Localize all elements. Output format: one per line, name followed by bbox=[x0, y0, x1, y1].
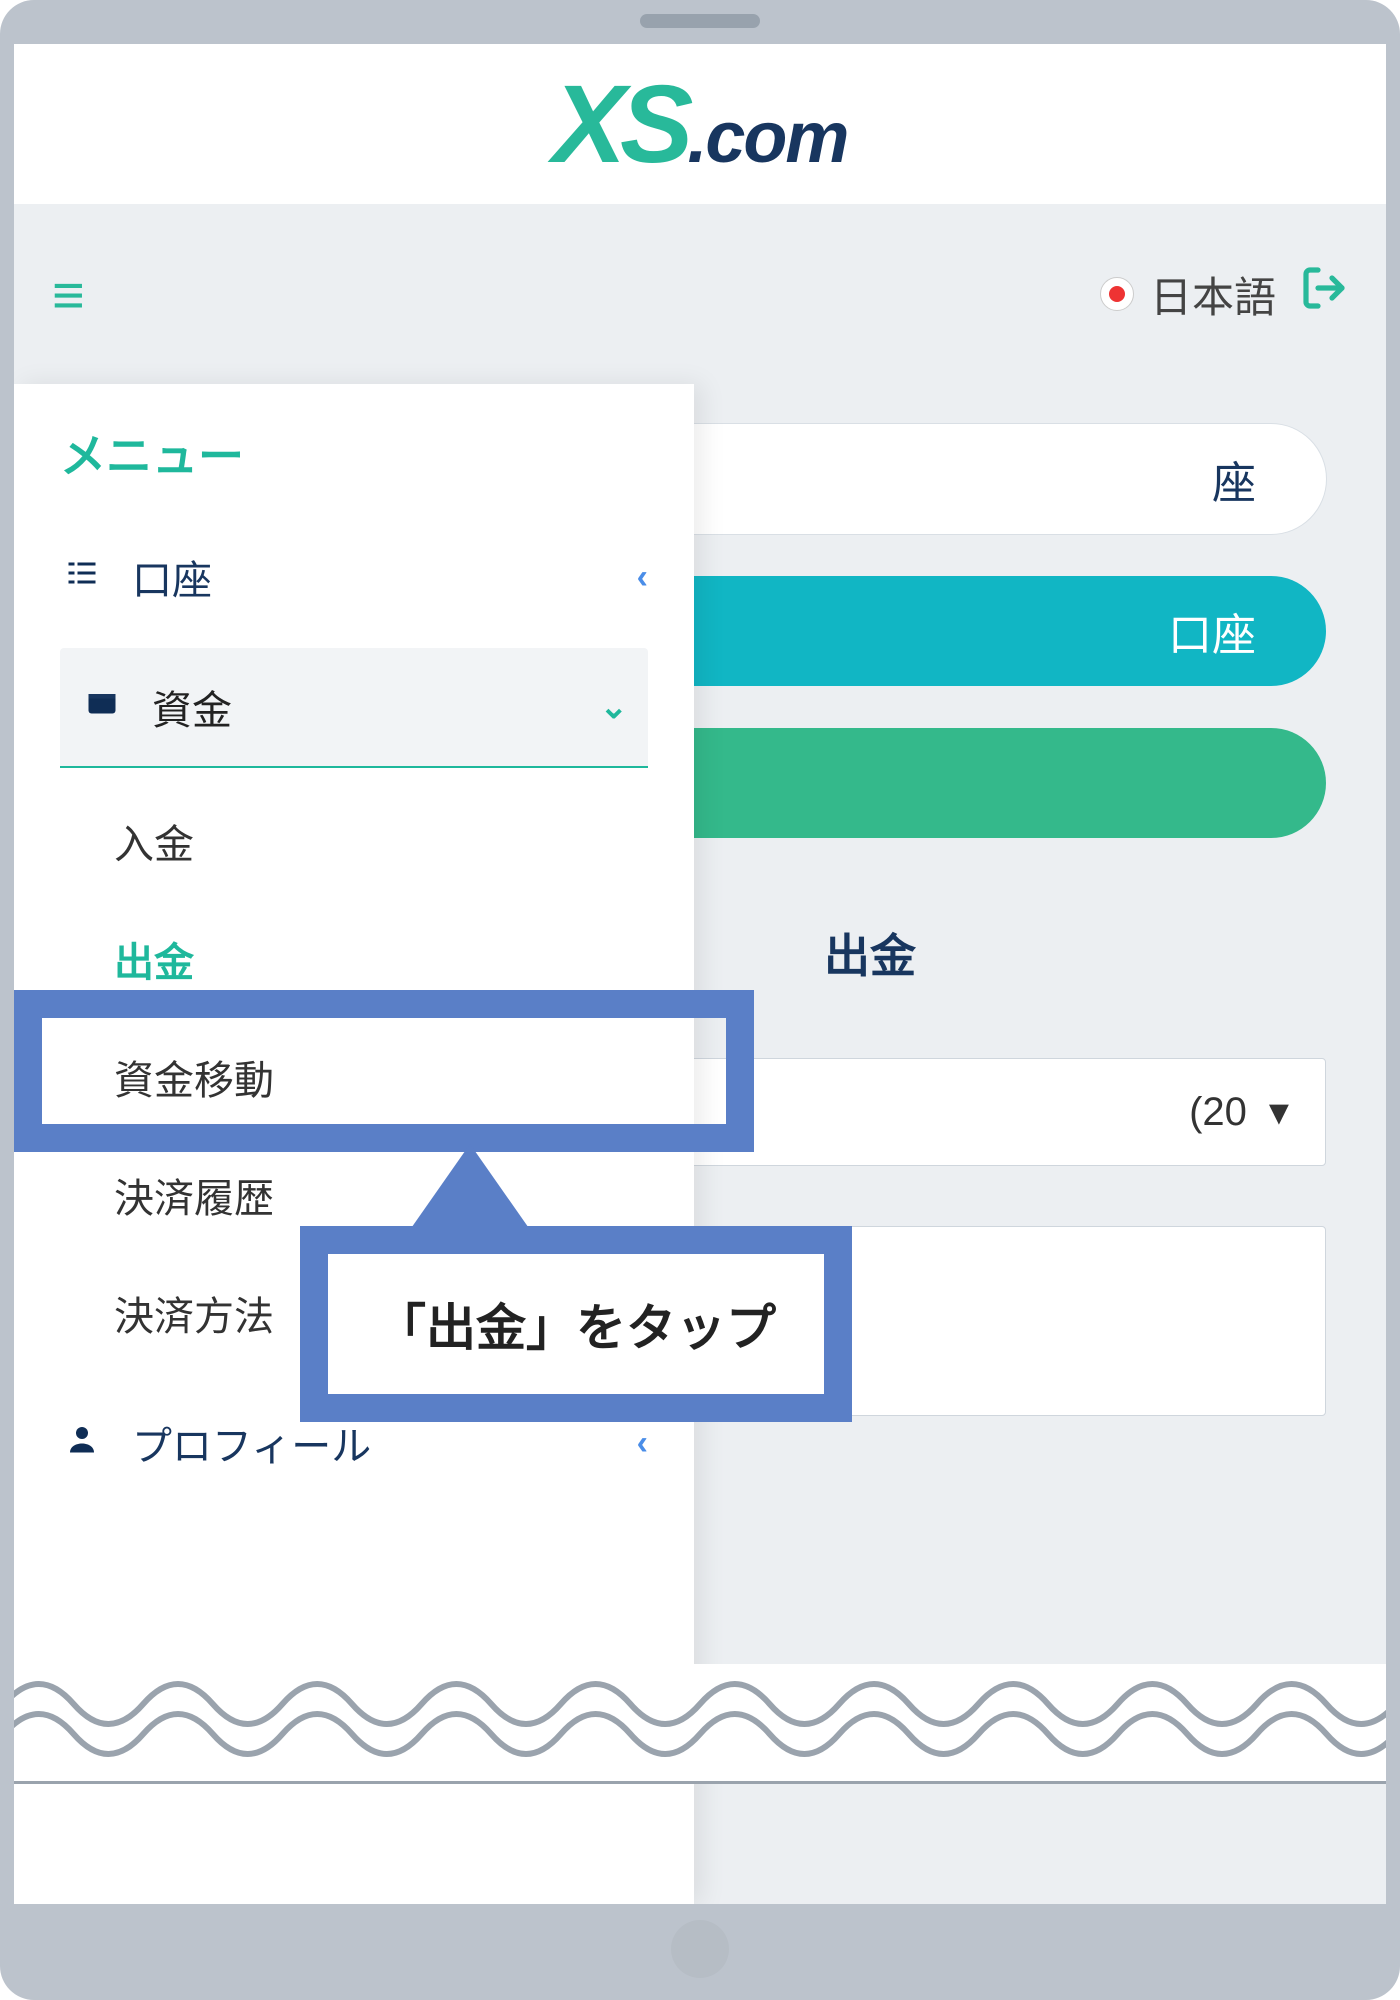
wallet-icon bbox=[80, 685, 124, 730]
user-icon bbox=[60, 1421, 104, 1466]
screen: XS .com ≡ 日本語 座 bbox=[14, 44, 1386, 1904]
torn-edge bbox=[4, 1664, 1396, 1784]
header-strip: ≡ 日本語 bbox=[14, 204, 1386, 384]
menu-label: プロフィール bbox=[132, 1414, 609, 1472]
submenu-deposit[interactable]: 入金 bbox=[14, 782, 694, 900]
pill-text: 座 bbox=[1212, 447, 1256, 511]
tablet-home-button[interactable] bbox=[671, 1920, 729, 1978]
chevron-down-icon: ▾ bbox=[1269, 1089, 1289, 1135]
language-selector[interactable]: 日本語 bbox=[1100, 264, 1276, 325]
list-icon bbox=[60, 555, 104, 600]
tablet-frame: XS .com ≡ 日本語 座 bbox=[0, 0, 1400, 2000]
callout-box: 「出金」をタップ bbox=[300, 1226, 852, 1422]
hamburger-icon[interactable]: ≡ bbox=[52, 262, 85, 327]
chevron-down-icon: ⌄ bbox=[600, 687, 629, 727]
submenu-withdraw[interactable]: 出金 bbox=[14, 900, 694, 1018]
logo-bar: XS .com bbox=[14, 44, 1386, 204]
menu-heading: メニュー bbox=[14, 412, 694, 514]
menu-label: 口座 bbox=[132, 548, 609, 606]
select-value: (20 bbox=[1189, 1090, 1247, 1135]
chevron-left-icon: ‹ bbox=[637, 558, 648, 597]
submenu-transfer[interactable]: 資金移動 bbox=[14, 1018, 694, 1136]
chevron-left-icon: ‹ bbox=[637, 1424, 648, 1463]
japan-flag-icon bbox=[1100, 277, 1134, 311]
menu-item-accounts[interactable]: 口座 ‹ bbox=[14, 514, 694, 640]
brand-logo: XS .com bbox=[553, 61, 848, 188]
callout-text: 「出金」をタップ bbox=[376, 1300, 776, 1356]
menu-item-funds[interactable]: 資金 ⌄ bbox=[60, 648, 648, 768]
tablet-speaker bbox=[640, 14, 760, 28]
menu-label: 資金 bbox=[152, 678, 572, 736]
language-label: 日本語 bbox=[1150, 264, 1276, 325]
logo-dotcom: .com bbox=[687, 97, 847, 179]
main-area: 座 口座 出金 (20 ▾ メニュー bbox=[14, 384, 1386, 1904]
pill-text: 口座 bbox=[1168, 599, 1256, 663]
logout-icon[interactable] bbox=[1300, 264, 1348, 324]
logo-xs: XS bbox=[553, 61, 688, 188]
